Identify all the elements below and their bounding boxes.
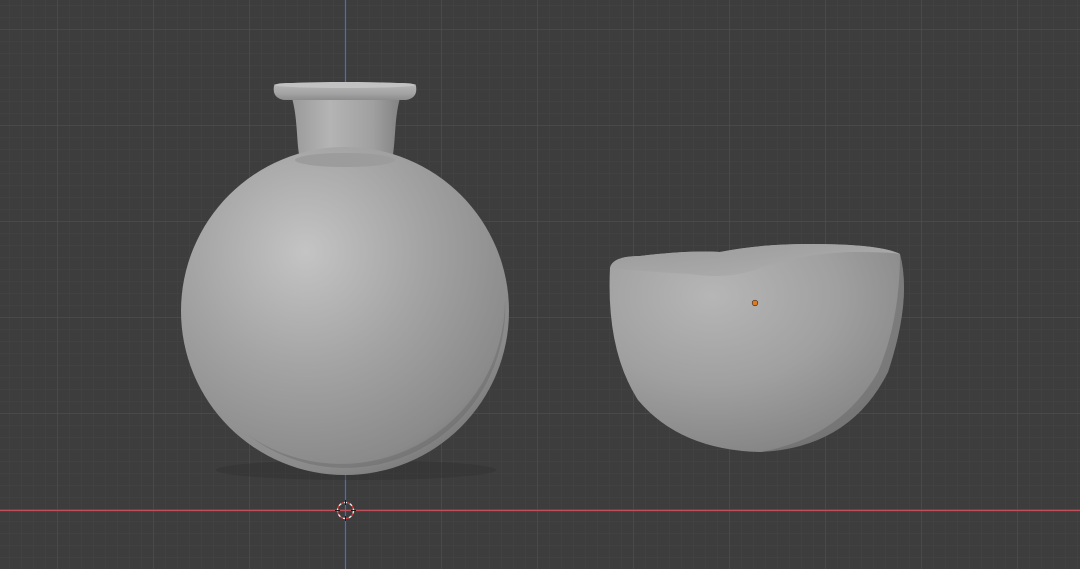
flask-mesh[interactable]: [181, 82, 509, 480]
bowl-mesh[interactable]: [609, 244, 904, 452]
object-origin-icon[interactable]: [751, 299, 759, 307]
viewport-scene[interactable]: [0, 0, 1080, 569]
3d-viewport[interactable]: [0, 0, 1080, 569]
